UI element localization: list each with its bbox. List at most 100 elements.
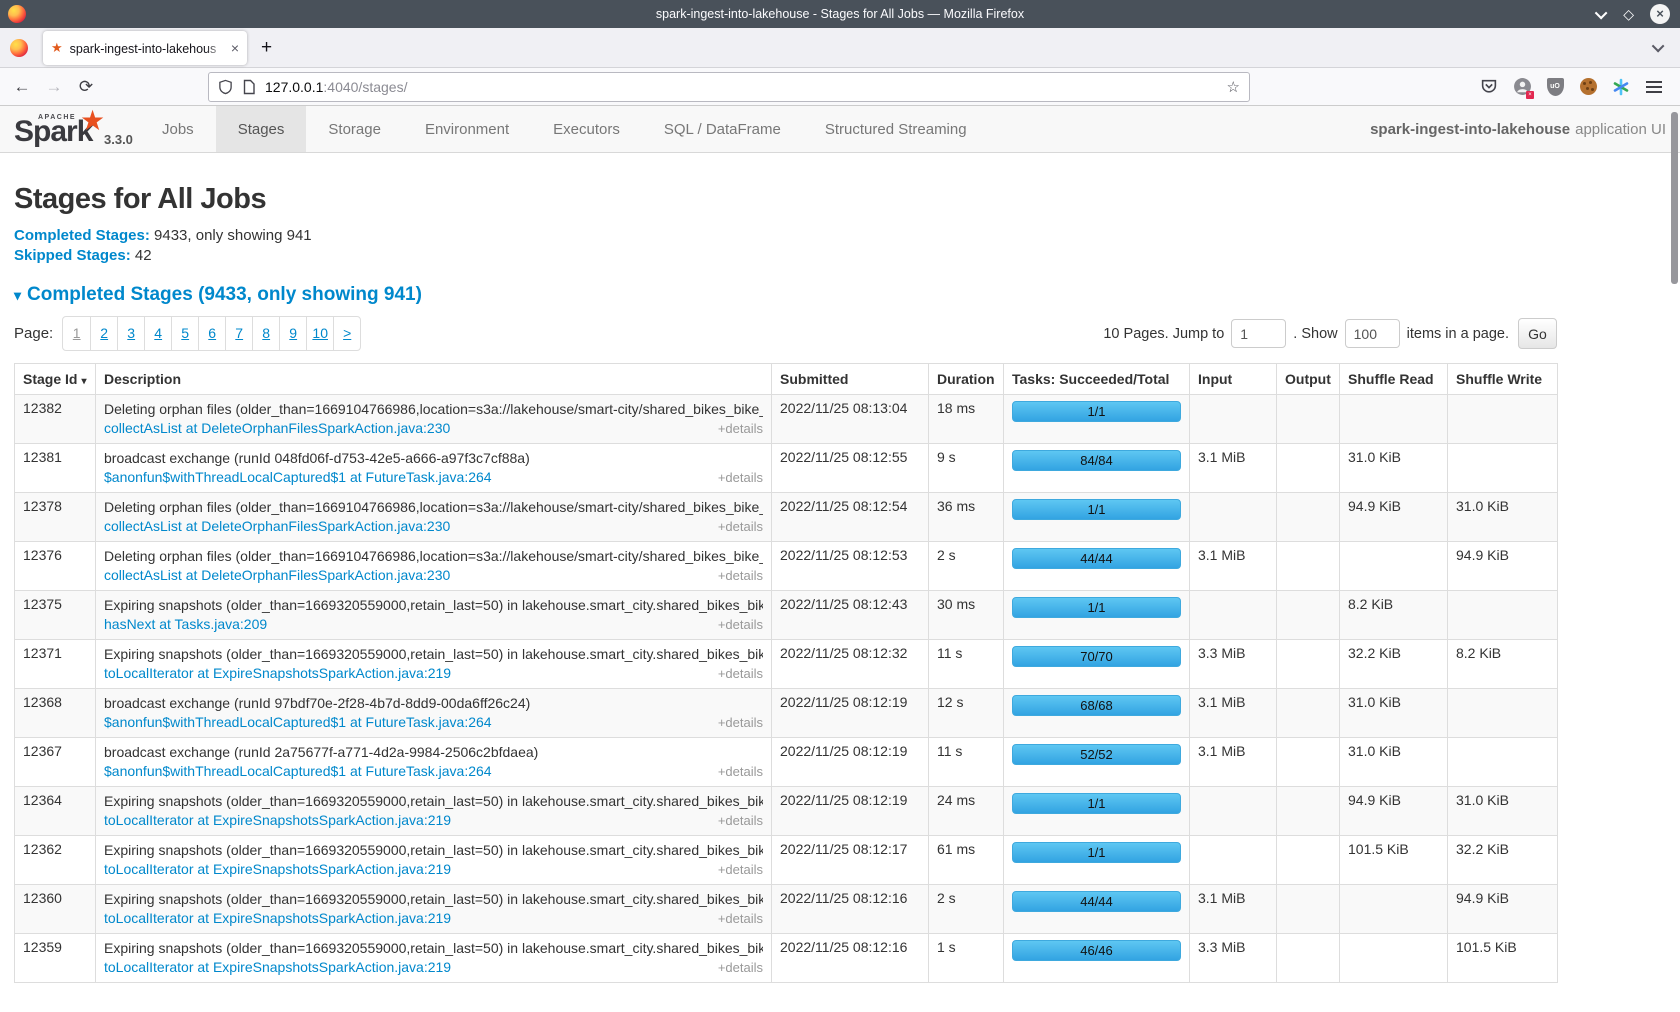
page-number-button[interactable]: 8 <box>252 317 279 350</box>
page-number-button[interactable]: 2 <box>90 317 117 350</box>
details-toggle[interactable]: +details <box>718 419 763 438</box>
spark-nav-tab[interactable]: Environment <box>403 106 531 152</box>
stage-callsite-link[interactable]: toLocalIterator at ExpireSnapshotsSparkA… <box>104 909 451 928</box>
page-number-button[interactable]: 10 <box>306 317 333 350</box>
spark-favicon-icon: ★ <box>51 40 63 56</box>
page-number-button[interactable]: 7 <box>225 317 252 350</box>
menu-hamburger-icon[interactable] <box>1644 77 1664 97</box>
account-error-badge: × <box>1526 91 1534 99</box>
spark-nav-tab[interactable]: Executors <box>531 106 642 152</box>
stage-callsite-link[interactable]: toLocalIterator at ExpireSnapshotsSparkA… <box>104 860 451 879</box>
page-number-button[interactable]: 6 <box>198 317 225 350</box>
tab-close-icon[interactable]: × <box>231 40 239 56</box>
duration-cell: 24 ms <box>929 787 1004 836</box>
details-toggle[interactable]: +details <box>718 517 763 536</box>
column-header[interactable]: Shuffle Write <box>1448 364 1558 395</box>
account-icon[interactable]: × <box>1512 77 1532 97</box>
column-header[interactable]: Tasks: Succeeded/Total <box>1004 364 1190 395</box>
go-button[interactable]: Go <box>1518 318 1557 349</box>
firefox-view-icon[interactable] <box>10 39 28 57</box>
forward-button[interactable]: → <box>38 77 70 97</box>
ublock-icon[interactable]: uO <box>1545 77 1565 97</box>
column-header[interactable]: Shuffle Read <box>1340 364 1448 395</box>
table-header-row: Stage Id▾ Description Submitted Duration… <box>15 364 1558 395</box>
stage-id-cell: 12381 <box>15 444 96 493</box>
spark-nav-tab[interactable]: Stages <box>216 106 307 152</box>
stage-callsite-link[interactable]: $anonfun$withThreadLocalCaptured$1 at Fu… <box>104 713 492 732</box>
list-tabs-chevron-icon[interactable] <box>1652 40 1665 53</box>
stage-callsite-link[interactable]: collectAsList at DeleteOrphanFilesSparkA… <box>104 566 450 585</box>
back-button[interactable]: ← <box>6 77 38 97</box>
description-cell: broadcast exchange (runId 97bdf70e-2f28-… <box>96 689 772 738</box>
stage-description: Expiring snapshots (older_than=166932055… <box>104 939 763 958</box>
new-tab-button[interactable]: + <box>261 37 272 59</box>
pocket-icon[interactable] <box>1479 77 1499 97</box>
input-cell <box>1190 493 1277 542</box>
description-cell: Deleting orphan files (older_than=166910… <box>96 542 772 591</box>
extension-asterisk-icon[interactable] <box>1611 77 1631 97</box>
page-number-button[interactable]: 9 <box>279 317 306 350</box>
details-toggle[interactable]: +details <box>718 566 763 585</box>
column-header[interactable]: Stage Id▾ <box>15 364 96 395</box>
spark-nav-tab[interactable]: SQL / DataFrame <box>642 106 803 152</box>
stage-callsite-link[interactable]: hasNext at Tasks.java:209 <box>104 615 267 634</box>
stage-callsite-link[interactable]: toLocalIterator at ExpireSnapshotsSparkA… <box>104 811 451 830</box>
shuffle-read-cell: 32.2 KiB <box>1340 640 1448 689</box>
tasks-cell: 44/44 <box>1004 885 1190 934</box>
shield-permissions-icon[interactable] <box>218 79 233 95</box>
page-number-button[interactable]: 1 <box>63 317 90 350</box>
spark-nav-tab[interactable]: Storage <box>306 106 403 152</box>
details-toggle[interactable]: +details <box>718 713 763 732</box>
spark-logo[interactable]: APACHE Spark ★ 3.3.0 <box>0 106 132 152</box>
submitted-cell: 2022/11/25 08:12:19 <box>772 787 929 836</box>
spark-nav-tab[interactable]: Jobs <box>140 106 216 152</box>
browser-toolbar: ← → ⟳ 127.0.0.1:4040/stages/ ☆ × uO <box>0 68 1680 106</box>
bookmark-star-icon[interactable]: ☆ <box>1227 78 1240 96</box>
page-info-icon[interactable] <box>242 79 256 95</box>
spark-star-icon: ★ <box>80 104 105 137</box>
column-header[interactable]: Output <box>1277 364 1340 395</box>
spark-nav-tab[interactable]: Structured Streaming <box>803 106 989 152</box>
stage-callsite-link[interactable]: $anonfun$withThreadLocalCaptured$1 at Fu… <box>104 468 492 487</box>
stage-callsite-link[interactable]: collectAsList at DeleteOrphanFilesSparkA… <box>104 517 450 536</box>
cookie-extension-icon[interactable] <box>1578 77 1598 97</box>
browser-tab[interactable]: ★ spark-ingest-into-lakehous × <box>43 31 247 65</box>
column-header[interactable]: Input <box>1190 364 1277 395</box>
submitted-cell: 2022/11/25 08:12:19 <box>772 689 929 738</box>
completed-stages-link[interactable]: Completed Stages: <box>14 227 150 244</box>
items-per-page-input[interactable] <box>1345 319 1400 348</box>
page-number-button[interactable]: 5 <box>171 317 198 350</box>
details-toggle[interactable]: +details <box>718 860 763 879</box>
details-toggle[interactable]: +details <box>718 909 763 928</box>
stage-callsite-link[interactable]: toLocalIterator at ExpireSnapshotsSparkA… <box>104 664 451 683</box>
skipped-stages-link[interactable]: Skipped Stages: <box>14 247 131 264</box>
details-toggle[interactable]: +details <box>718 468 763 487</box>
page-scrollbar[interactable] <box>1671 112 1678 284</box>
stage-id-cell: 12362 <box>15 836 96 885</box>
page-number-button[interactable]: 4 <box>144 317 171 350</box>
output-cell <box>1277 738 1340 787</box>
stage-callsite-link[interactable]: toLocalIterator at ExpireSnapshotsSparkA… <box>104 958 451 977</box>
url-bar[interactable]: 127.0.0.1:4040/stages/ ☆ <box>208 72 1250 102</box>
jump-to-page-input[interactable] <box>1231 319 1286 348</box>
column-header[interactable]: Description <box>96 364 772 395</box>
skipped-stages-line: Skipped Stages: 42 <box>14 246 1680 266</box>
stage-id-cell: 12371 <box>15 640 96 689</box>
column-header[interactable]: Duration <box>929 364 1004 395</box>
column-header[interactable]: Submitted <box>772 364 929 395</box>
page-number-button[interactable]: 3 <box>117 317 144 350</box>
page-number-button[interactable]: > <box>333 317 360 350</box>
completed-stages-section-header[interactable]: ▾Completed Stages (9433, only showing 94… <box>14 284 1680 306</box>
details-toggle[interactable]: +details <box>718 762 763 781</box>
output-cell <box>1277 934 1340 983</box>
reload-button[interactable]: ⟳ <box>70 77 102 97</box>
stage-callsite-link[interactable]: $anonfun$withThreadLocalCaptured$1 at Fu… <box>104 762 492 781</box>
description-cell: Expiring snapshots (older_than=166932055… <box>96 836 772 885</box>
shuffle-read-cell <box>1340 934 1448 983</box>
details-toggle[interactable]: +details <box>718 615 763 634</box>
details-toggle[interactable]: +details <box>718 664 763 683</box>
details-toggle[interactable]: +details <box>718 811 763 830</box>
url-text[interactable]: 127.0.0.1:4040/stages/ <box>265 79 1227 95</box>
details-toggle[interactable]: +details <box>718 958 763 977</box>
stage-callsite-link[interactable]: collectAsList at DeleteOrphanFilesSparkA… <box>104 419 450 438</box>
